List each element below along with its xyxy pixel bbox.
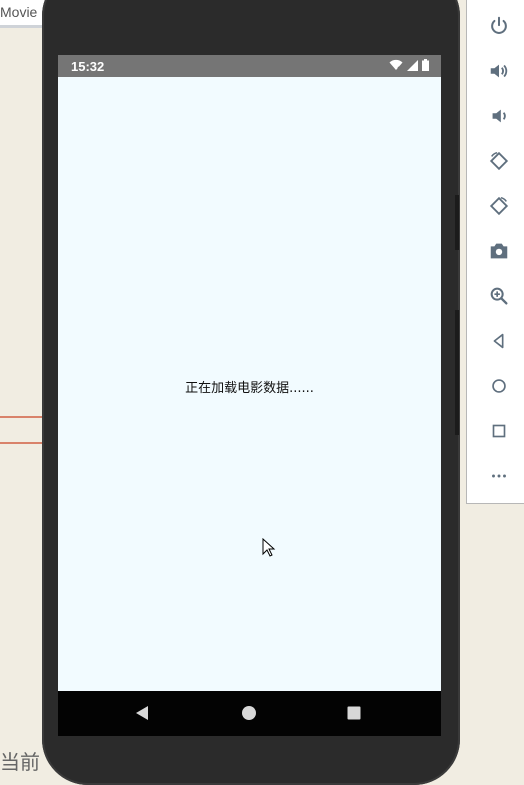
background-tab[interactable]: Movie [0,0,46,28]
volume-up-button[interactable] [467,51,524,91]
nav-back-button[interactable] [132,703,152,723]
status-bar: 15:32 [58,55,441,77]
back-button[interactable] [467,321,524,361]
overview-button[interactable] [467,411,524,451]
screenshot-button[interactable] [467,231,524,271]
volume-up-icon [490,64,508,78]
home-circle-icon [492,379,506,393]
signal-icon [407,59,418,71]
recents-square-icon [347,706,361,720]
zoom-icon [490,287,508,305]
power-button[interactable] [467,6,524,46]
rotate-left-icon [489,151,509,171]
rotate-left-button[interactable] [467,141,524,181]
zoom-button[interactable] [467,276,524,316]
emulator-toolbar [466,0,524,504]
more-button[interactable] [467,456,524,496]
rotate-right-icon [489,196,509,216]
nav-home-button[interactable] [239,703,259,723]
background-text: 当前 [0,750,40,774]
device-screen: 15:32 正在加载电影数据...... [58,55,441,736]
volume-down-button[interactable] [467,96,524,136]
nav-recents-button[interactable] [344,703,364,723]
navigation-bar [58,691,441,736]
background-divider [0,416,48,418]
back-arrow-icon [136,706,148,720]
more-icon [492,474,506,478]
status-icons [389,59,429,71]
status-time: 15:32 [71,59,105,74]
home-button[interactable] [467,366,524,406]
mouse-cursor-icon [262,538,276,557]
side-button [455,310,459,435]
battery-icon [422,59,429,71]
background-divider [0,442,48,444]
power-icon [491,16,507,34]
home-dot-icon [242,706,256,720]
side-button [455,195,459,250]
volume-down-icon [492,109,506,123]
app-content: 正在加载电影数据...... [58,77,441,691]
camera-icon [490,243,508,259]
wifi-icon [389,59,403,71]
loading-message: 正在加载电影数据...... [185,381,314,396]
back-triangle-icon [493,333,504,349]
overview-square-icon [492,424,506,438]
background-tab-label: Movie [0,4,38,20]
rotate-right-button[interactable] [467,186,524,226]
